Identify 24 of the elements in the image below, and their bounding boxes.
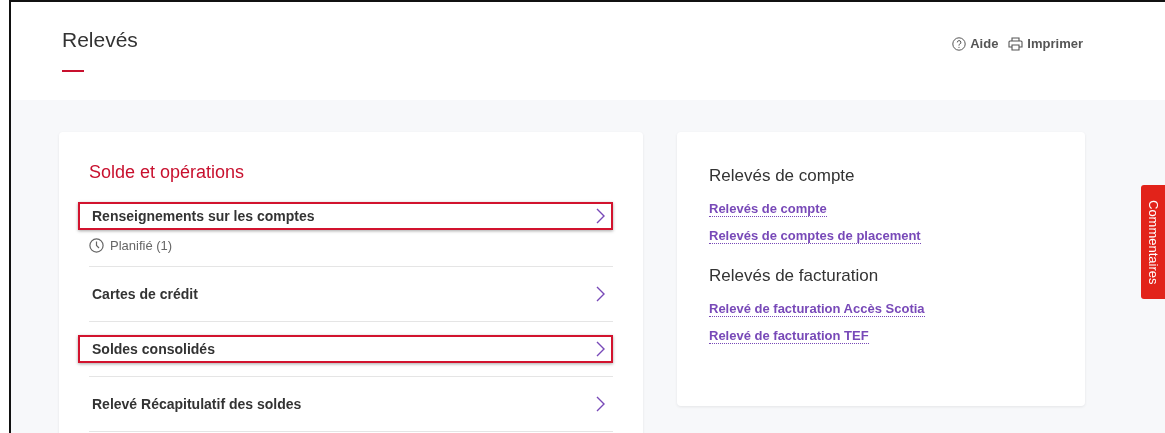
help-icon [952, 36, 967, 51]
section-title: Relevés de compte [709, 166, 856, 186]
menu-item[interactable]: Relevé Récapitulatif des soldes [78, 390, 613, 418]
chevron-icon [596, 341, 605, 357]
menu-item[interactable]: Renseignements sur les comptes [78, 202, 613, 230]
menu-item[interactable]: Cartes de crédit [78, 280, 613, 308]
clock-icon [89, 238, 104, 253]
printer-icon [1008, 36, 1024, 51]
section-title: Relevés de facturation [709, 266, 880, 286]
header-link[interactable]: Imprimer [1008, 36, 1083, 51]
statement-link[interactable]: Relevé de facturation Accès Scotia [709, 301, 925, 317]
menu-item[interactable]: Soldes consolidés [78, 335, 613, 363]
statement-link[interactable]: Relevés de compte [709, 201, 827, 217]
chevron-icon [596, 208, 605, 224]
header-link[interactable]: Aide [952, 36, 999, 51]
status-text: Planifié (1) [110, 238, 173, 253]
statement-link[interactable]: Relevé de facturation TEF [709, 328, 869, 344]
section-title: Solde et opérations [89, 162, 246, 183]
chevron-icon [596, 396, 605, 412]
chevron-icon [596, 286, 605, 302]
feedback-tab[interactable]: Commentaires [1141, 185, 1165, 299]
title-underline [62, 70, 84, 72]
statement-link[interactable]: Relevés de comptes de placement [709, 228, 921, 244]
page-title: Relevés [62, 28, 138, 52]
